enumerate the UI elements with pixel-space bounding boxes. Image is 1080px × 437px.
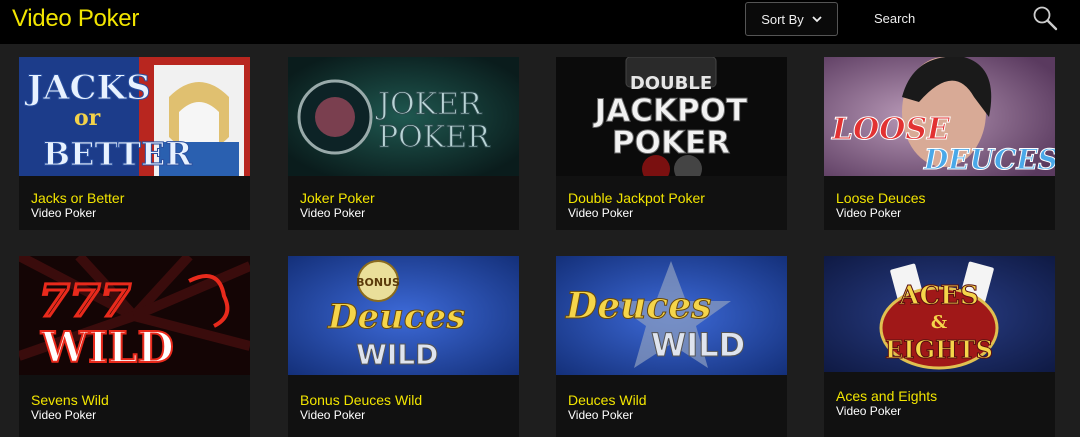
art-text: JACKS <box>24 68 151 108</box>
art-text: POKER <box>612 125 730 161</box>
art-text: 777 <box>39 276 131 327</box>
art-text: WILD <box>651 326 745 364</box>
art-text: LOOSE <box>831 112 951 147</box>
double-jackpot-poker-art: DOUBLE JACKPOT POKER <box>556 57 787 176</box>
top-bar: Video Poker Sort By Search <box>0 0 1080 44</box>
art-text: BETTER <box>43 135 192 173</box>
game-card-aces-and-eights[interactable]: ACES & EIGHTS Aces and Eights Video Poke… <box>824 256 1055 437</box>
game-category: Video Poker <box>300 408 366 422</box>
game-card-sevens-wild[interactable]: 777 WILD Sevens Wild Video Poker <box>19 256 250 437</box>
game-name[interactable]: Jacks or Better <box>31 190 124 206</box>
aces-and-eights-art: ACES & EIGHTS <box>824 256 1055 372</box>
game-name[interactable]: Sevens Wild <box>31 392 109 408</box>
game-category: Video Poker <box>568 408 634 422</box>
art-text: DEUCES <box>923 143 1055 176</box>
game-thumbnail[interactable]: Deuces WILD <box>556 256 787 375</box>
search-icon[interactable] <box>1032 5 1058 31</box>
sevens-wild-art: 777 WILD <box>19 256 250 375</box>
game-grid: JACKS or BETTER Jacks or Better Video Po… <box>0 44 1080 437</box>
game-name[interactable]: Double Jackpot Poker <box>568 190 705 206</box>
game-card-jacks-or-better[interactable]: JACKS or BETTER Jacks or Better Video Po… <box>19 57 250 230</box>
art-text: JOKER <box>375 87 483 122</box>
game-name[interactable]: Joker Poker <box>300 190 375 206</box>
art-text: & <box>931 312 947 333</box>
game-card-joker-poker[interactable]: JOKER POKER Joker Poker Video Poker <box>288 57 519 230</box>
art-text: ACES <box>898 281 978 311</box>
joker-poker-art: JOKER POKER <box>288 57 519 176</box>
game-card-deuces-wild[interactable]: Deuces WILD Deuces Wild Video Poker <box>556 256 787 437</box>
art-text: POKER <box>378 120 491 155</box>
game-category: Video Poker <box>836 404 902 418</box>
game-name[interactable]: Bonus Deuces Wild <box>300 392 422 408</box>
game-card-loose-deuces[interactable]: LOOSE DEUCES Loose Deuces Video Poker <box>824 57 1055 230</box>
game-category: Video Poker <box>300 206 366 220</box>
art-text: JACKPOT <box>593 93 748 129</box>
game-category: Video Poker <box>31 206 97 220</box>
game-category: Video Poker <box>568 206 634 220</box>
game-name[interactable]: Deuces Wild <box>568 392 647 408</box>
search-label[interactable]: Search <box>874 11 915 26</box>
art-text: BONUS <box>356 276 400 289</box>
art-text: Deuces <box>565 285 711 327</box>
jacks-or-better-art: JACKS or BETTER <box>19 57 250 176</box>
game-card-double-jackpot-poker[interactable]: DOUBLE JACKPOT POKER Double Jackpot Poke… <box>556 57 787 230</box>
game-category: Video Poker <box>31 408 97 422</box>
game-name[interactable]: Aces and Eights <box>836 388 937 404</box>
art-text: WILD <box>40 323 174 372</box>
art-text: EIGHTS <box>885 335 993 364</box>
game-thumbnail[interactable]: 777 WILD <box>19 256 250 375</box>
sort-by-label: Sort By <box>761 11 804 27</box>
game-thumbnail[interactable]: JACKS or BETTER <box>19 57 250 176</box>
page-title: Video Poker <box>12 5 140 32</box>
art-text: WILD <box>356 338 438 371</box>
game-thumbnail[interactable]: BONUS Deuces WILD <box>288 256 519 375</box>
game-thumbnail[interactable]: JOKER POKER <box>288 57 519 176</box>
chevron-down-icon <box>812 15 822 22</box>
art-text: DOUBLE <box>630 73 712 94</box>
game-thumbnail[interactable]: ACES & EIGHTS <box>824 256 1055 372</box>
game-thumbnail[interactable]: DOUBLE JACKPOT POKER <box>556 57 787 176</box>
game-thumbnail[interactable]: LOOSE DEUCES <box>824 57 1055 176</box>
loose-deuces-art: LOOSE DEUCES <box>824 57 1055 176</box>
game-name[interactable]: Loose Deuces <box>836 190 926 206</box>
deuces-wild-art: Deuces WILD <box>556 256 787 375</box>
game-category: Video Poker <box>836 206 902 220</box>
bonus-deuces-wild-art: BONUS Deuces WILD <box>288 256 519 375</box>
sort-by-button[interactable]: Sort By <box>745 2 838 36</box>
art-text: Deuces <box>327 297 465 337</box>
art-text: or <box>74 105 101 131</box>
game-card-bonus-deuces-wild[interactable]: BONUS Deuces WILD Bonus Deuces Wild Vide… <box>288 256 519 437</box>
